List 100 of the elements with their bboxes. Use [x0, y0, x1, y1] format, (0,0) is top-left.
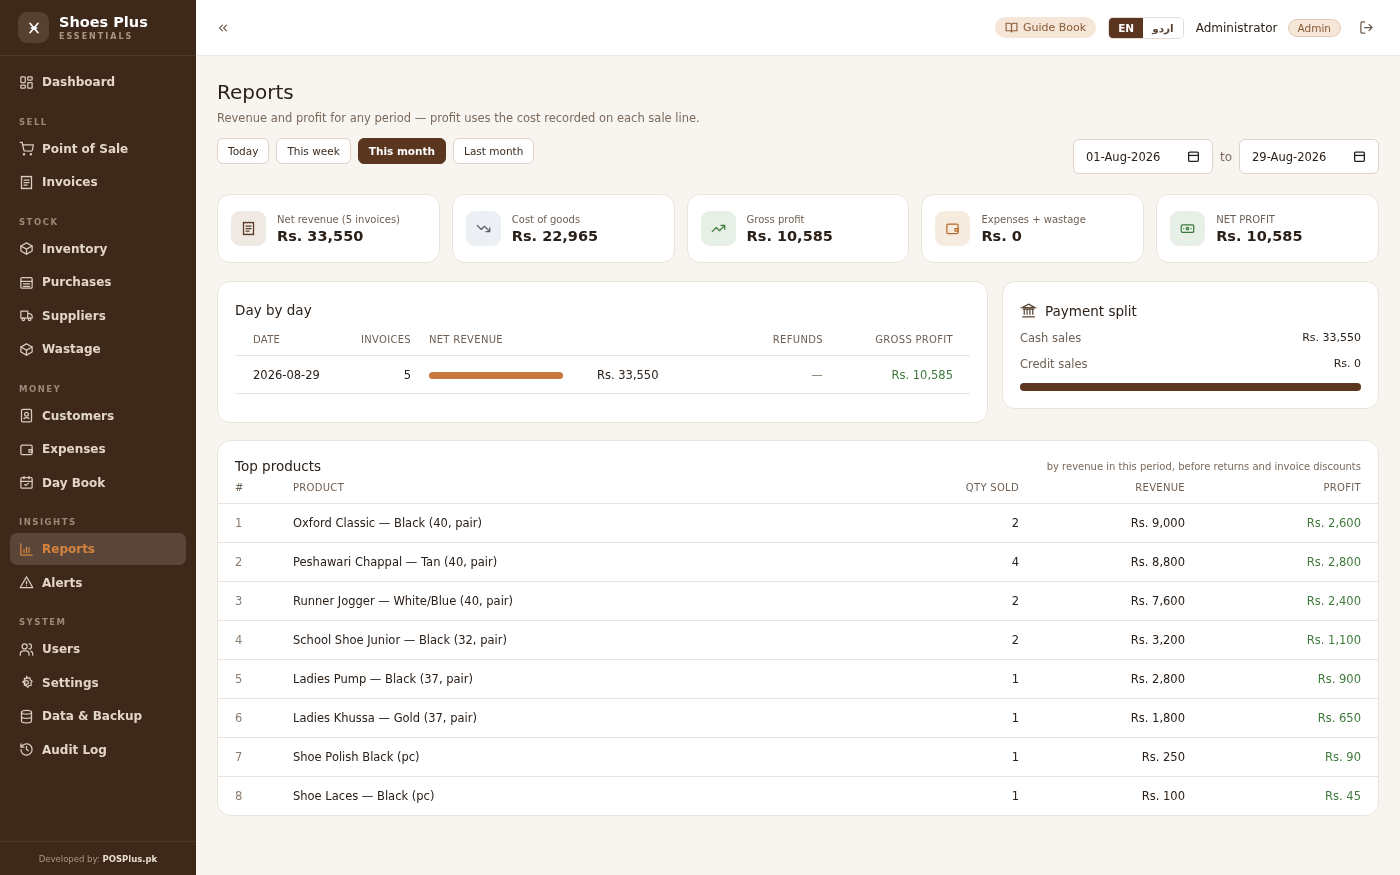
nav-item[interactable]: Purchases [10, 266, 186, 298]
nav-section-heading: INSIGHTS [18, 516, 78, 529]
nav-item[interactable]: Wastage [10, 333, 186, 365]
table-cell: Rs. 250 [1019, 737, 1185, 777]
table-cell: Rs. 2,600 [1185, 503, 1378, 543]
table-cell: 8 [218, 776, 293, 815]
nav-item[interactable]: Users [10, 633, 186, 665]
period-button[interactable]: This week [276, 137, 351, 164]
table-cell: 6 [218, 698, 293, 738]
table-cell: 7 [218, 737, 293, 777]
table-cell: Rs. 90 [1185, 737, 1378, 777]
nav-item[interactable]: Suppliers [10, 299, 186, 332]
table-cell: Shoe Laces — Black (pc) [293, 776, 878, 815]
table-cell: 1 [877, 776, 1019, 815]
nav-item[interactable]: Audit Log [10, 733, 186, 766]
table-cell: Rs. 45 [1185, 776, 1378, 815]
nav-item[interactable]: Invoices [10, 166, 186, 198]
receipt-icon [241, 221, 256, 236]
receipt-icon [19, 174, 34, 190]
stat-label: Expenses + wastage [981, 213, 1086, 225]
nav-item[interactable]: Inventory [10, 232, 186, 265]
card-title: Day by day [235, 302, 313, 318]
bank-icon [1020, 302, 1037, 319]
table-cell: Rs. 100 [1019, 776, 1185, 815]
table-cell: Shoe Polish Black (pc) [293, 737, 878, 777]
column-header: GROSS PROFIT [822, 334, 970, 356]
period-button[interactable]: Last month [453, 137, 535, 164]
table-cell: 1 [877, 737, 1019, 777]
calendar-icon [1353, 150, 1366, 163]
stat-value: Rs. 10,585 [1216, 227, 1303, 244]
wallet-icon [19, 441, 34, 457]
page-subtitle: Revenue and profit for any period — profit uses the cost recorded on each sale line. [217, 111, 701, 125]
table-cell: Rs. 2,800 [1019, 659, 1185, 699]
users-icon [19, 641, 34, 657]
table-cell: Ladies Pump — Black (37, pair) [293, 659, 878, 699]
contact-card-icon [19, 408, 34, 423]
date-field[interactable]: 29-Aug-2026 [1239, 139, 1379, 174]
table-cell: Rs. 33,550 [596, 368, 659, 382]
date-field[interactable]: 01-Aug-2026 [1072, 139, 1213, 174]
nav-item[interactable]: Settings [10, 666, 186, 699]
nav-item[interactable]: Day Book [10, 466, 186, 499]
card-title: Payment split [1045, 302, 1137, 319]
table-cell: Rs. 8,800 [1019, 542, 1185, 582]
nav-section-heading: MONEY [18, 382, 63, 396]
role-badge: Admin [1287, 18, 1341, 37]
nav-item[interactable]: Point of Sale [10, 132, 186, 165]
nav-item[interactable]: Alerts [10, 566, 186, 599]
table-cell: 1 [218, 503, 293, 543]
stat-label: Cost of goods [511, 213, 582, 225]
bar-chart-icon [19, 541, 34, 557]
table-cell: 4 [877, 542, 1019, 582]
developer-credit: Developed by: POSPlus.pk [0, 841, 196, 875]
table-cell: Oxford Classic — Black (40, pair) [293, 503, 878, 543]
nav-item[interactable]: Customers [10, 399, 186, 432]
calendar-icon [19, 475, 34, 490]
logout-icon [1359, 20, 1374, 35]
database-icon [19, 708, 34, 724]
table-cell: Rs. 7,600 [1019, 581, 1185, 621]
table-cell: 3 [218, 581, 293, 621]
user-name: Administrator [1195, 20, 1278, 35]
nav-section-heading: SELL [18, 115, 49, 129]
column-header: PROFIT [1185, 482, 1378, 504]
column-header: INVOICES [345, 334, 411, 356]
history-icon [19, 742, 34, 757]
box-icon [19, 241, 34, 256]
table-cell: Ladies Khussa — Gold (37, pair) [293, 698, 878, 738]
stat-value: Rs. 33,550 [277, 227, 365, 244]
table-cell: Peshawari Chappal — Tan (40, pair) [293, 542, 878, 582]
stat-label: Net revenue (5 invoices) [277, 213, 400, 225]
nav-item[interactable]: Expenses [10, 433, 186, 465]
table-cell: Rs. 9,000 [1019, 503, 1185, 543]
table-cell: 5 [345, 355, 411, 394]
guide-book-button[interactable]: Guide Book [995, 17, 1097, 38]
book-icon [1005, 21, 1018, 34]
nav-item[interactable]: Data & Backup [10, 700, 186, 732]
period-button[interactable]: This month [357, 137, 447, 164]
stat-value: Rs. 10,585 [746, 227, 833, 244]
app-tagline: ESSENTIALS [59, 32, 135, 41]
app-name: Shoes Plus [59, 14, 148, 30]
table-cell: School Shoe Junior — Black (32, pair) [293, 620, 878, 660]
grid-icon [19, 74, 34, 90]
table-cell: Rs. 1,800 [1019, 698, 1185, 738]
cart-icon [19, 141, 34, 156]
card-title: Top products [235, 458, 322, 474]
split-label: Cash sales [1020, 331, 1082, 345]
table-cell: 2 [877, 620, 1019, 660]
split-value: Rs. 33,550 [1302, 331, 1361, 345]
table-cell: Runner Jogger — White/Blue (40, pair) [293, 581, 878, 621]
calendar-icon [1186, 150, 1200, 163]
nav-section-heading: SYSTEM [18, 616, 68, 629]
language-toggle[interactable]: EN [1109, 17, 1144, 38]
logout-button[interactable] [1357, 18, 1376, 37]
column-header: # [218, 482, 293, 504]
banknote-icon [1180, 221, 1196, 236]
table-cell: Rs. 900 [1185, 659, 1378, 699]
table-cell: Rs. 3,200 [1019, 620, 1185, 660]
logo-icon [18, 12, 49, 43]
period-button[interactable]: Today [217, 137, 270, 164]
nav-item[interactable]: Dashboard [10, 66, 186, 98]
column-header: NET REVENUE [410, 334, 735, 356]
